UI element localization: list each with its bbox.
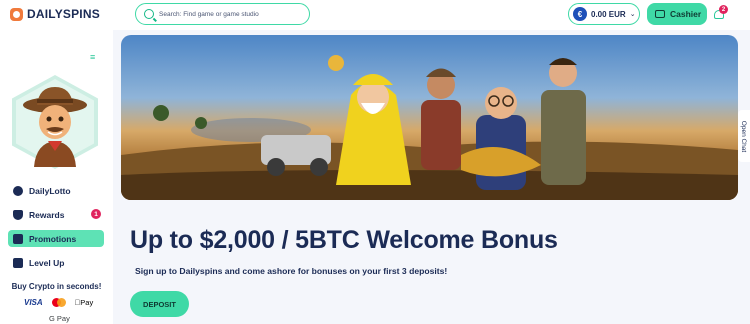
megaphone-icon bbox=[13, 233, 23, 244]
lotto-icon bbox=[13, 185, 23, 196]
balance-selector[interactable]: € 0.00 EUR ⌄ bbox=[568, 3, 640, 25]
euro-icon: € bbox=[573, 7, 587, 21]
logo[interactable]: DAILYSPINS bbox=[10, 7, 100, 21]
cashier-label: Cashier bbox=[670, 9, 702, 19]
logo-icon bbox=[10, 7, 23, 21]
search-placeholder: Search: Find game or game studio bbox=[159, 10, 259, 18]
cowboy-avatar-icon bbox=[23, 87, 87, 167]
search-icon bbox=[144, 9, 154, 19]
logo-text: DAILYSPINS bbox=[27, 7, 100, 21]
promo-subline: Sign up to Dailyspins and come ashore fo… bbox=[135, 266, 448, 276]
apple-pay-logo: Pay bbox=[75, 298, 94, 307]
sidebar-item-label: Rewards bbox=[29, 209, 65, 220]
sidebar-menu: DailyLotto Rewards 1 Promotions Level Up bbox=[8, 182, 104, 278]
level-chart-icon bbox=[13, 257, 23, 268]
notification-badge: 2 bbox=[719, 5, 728, 14]
open-chat-tab[interactable]: Open Chat bbox=[738, 110, 750, 162]
trophy-icon bbox=[13, 209, 23, 220]
payment-methods: VISA Pay bbox=[24, 298, 93, 307]
banner-illustration bbox=[121, 55, 738, 200]
promo-banner bbox=[121, 35, 738, 200]
sidebar-item-promotions[interactable]: Promotions bbox=[8, 230, 104, 247]
sidebar-item-label: Promotions bbox=[29, 233, 77, 244]
balance-amount: 0.00 EUR bbox=[591, 9, 626, 19]
cashier-button[interactable]: Cashier bbox=[647, 3, 707, 25]
google-pay-logo: G Pay bbox=[49, 314, 70, 323]
chevron-down-icon: ⌄ bbox=[629, 11, 636, 18]
collapse-sidebar-icon[interactable]: ≡ bbox=[90, 52, 95, 62]
open-chat-label: Open Chat bbox=[740, 120, 748, 152]
rewards-badge: 1 bbox=[91, 209, 101, 219]
sidebar-item-dailylotto[interactable]: DailyLotto bbox=[8, 182, 104, 199]
visa-logo: VISA bbox=[24, 298, 43, 307]
deposit-button[interactable]: DEPOSIT bbox=[130, 291, 189, 317]
sidebar-item-label: Level Up bbox=[29, 257, 65, 268]
sidebar: ≡ DailyLotto Rewards 1 Promotions Level … bbox=[0, 30, 113, 324]
apple-pay-label: Pay bbox=[74, 298, 93, 307]
search-input[interactable]: Search: Find game or game studio bbox=[135, 3, 310, 25]
avatar[interactable] bbox=[12, 75, 98, 169]
top-bar: DAILYSPINS Search: Find game or game stu… bbox=[0, 0, 750, 30]
buy-crypto-heading[interactable]: Buy Crypto in seconds! bbox=[0, 282, 113, 291]
sidebar-item-level-up[interactable]: Level Up bbox=[8, 254, 104, 271]
sidebar-item-rewards[interactable]: Rewards 1 bbox=[8, 206, 104, 223]
sidebar-item-label: DailyLotto bbox=[29, 185, 71, 196]
wallet-icon bbox=[655, 10, 665, 18]
mastercard-icon bbox=[51, 298, 66, 307]
promo-headline: Up to $2,000 / 5BTC Welcome Bonus bbox=[130, 226, 558, 254]
